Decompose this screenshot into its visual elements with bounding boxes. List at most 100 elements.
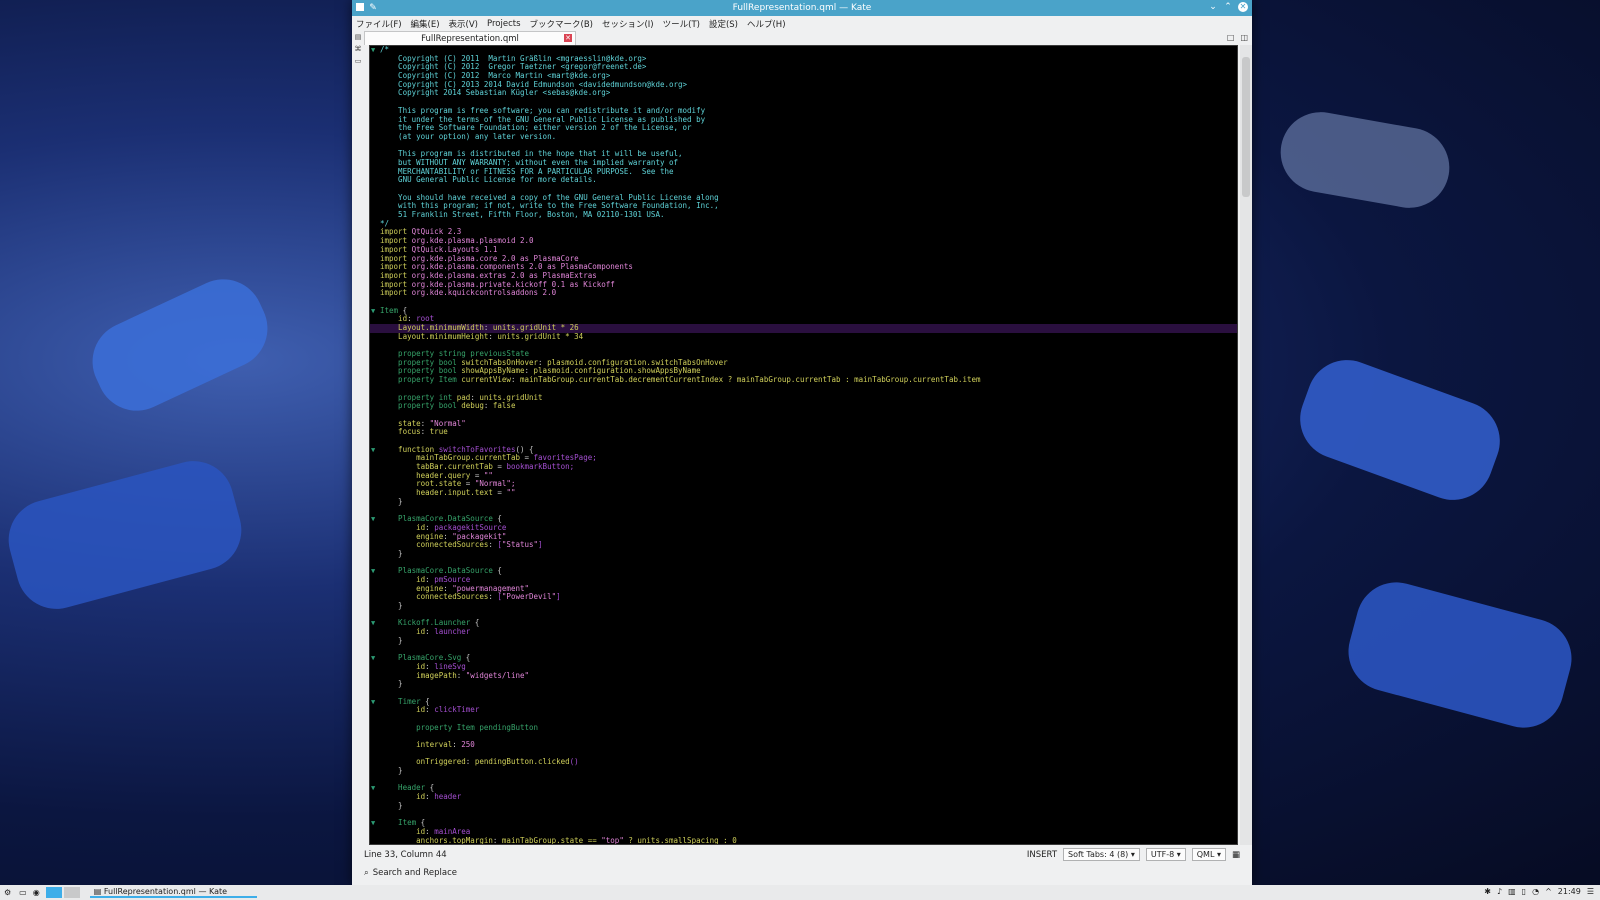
code-line[interactable]: ▼ Header {	[370, 784, 1237, 793]
split-view-icon[interactable]: ◫	[1240, 33, 1248, 42]
code-line[interactable]	[370, 689, 1237, 698]
code-line[interactable]	[370, 645, 1237, 654]
network-icon[interactable]: ◔	[1532, 887, 1539, 896]
menu-edit[interactable]: 編集(E)	[411, 18, 440, 30]
code-line[interactable]: Layout.minimumHeight: units.gridUnit * 3…	[370, 332, 1237, 342]
code-line[interactable]: header.input.text = ""	[370, 488, 1237, 498]
pin-icon[interactable]: ✎	[368, 3, 378, 13]
task-kate[interactable]: ▤ FullRepresentation.qml — Kate	[89, 887, 258, 898]
syntax-select[interactable]: QML ▾	[1191, 848, 1226, 861]
filesystem-icon[interactable]: ⌘	[355, 45, 362, 53]
dictionary-icon[interactable]: ▦	[1232, 850, 1240, 860]
code-line[interactable]: */	[370, 219, 1237, 229]
code-line[interactable]: id: clickTimer	[370, 705, 1237, 715]
browser-icon[interactable]: ◉	[33, 888, 40, 897]
code-line[interactable]: Copyright 2014 Sebastian Kügler <sebas@k…	[370, 89, 1237, 98]
folder-icon[interactable]: ▭	[355, 57, 362, 65]
code-line[interactable]: ▼ Item {	[370, 306, 1237, 316]
fold-marker-icon[interactable]: ▼	[371, 698, 375, 707]
menu-sessions[interactable]: セッション(I)	[602, 18, 654, 30]
code-line[interactable]: id: header	[370, 792, 1237, 802]
maximize-icon[interactable]: ⌃	[1223, 2, 1233, 12]
fold-marker-icon[interactable]: ▼	[371, 46, 375, 55]
show-desktop-icon[interactable]: ▭	[19, 888, 27, 897]
code-line[interactable]: import org.kde.plasma.plasmoid 2.0	[370, 236, 1237, 246]
code-line[interactable]: state: "Normal"	[370, 419, 1237, 429]
menu-bookmarks[interactable]: ブックマーク(B)	[530, 18, 593, 30]
app-launcher-icon[interactable]: ⚙	[4, 888, 11, 897]
code-line[interactable]	[370, 811, 1237, 820]
code-line[interactable]: }	[370, 636, 1237, 646]
menu-file[interactable]: ファイル(F)	[356, 18, 402, 30]
code-line[interactable]: }	[370, 549, 1237, 559]
panel-menu-icon[interactable]: ☰	[1587, 887, 1594, 896]
code-line[interactable]	[370, 298, 1237, 307]
code-line[interactable]: imagePath: "widgets/line"	[370, 671, 1237, 681]
code-line[interactable]: 51 Franklin Street, Fifth Floor, Boston,…	[370, 210, 1237, 220]
fold-marker-icon[interactable]: ▼	[371, 446, 375, 455]
tab-close-icon[interactable]: ✕	[564, 34, 572, 42]
fold-marker-icon[interactable]: ▼	[371, 515, 375, 524]
code-line[interactable]	[370, 776, 1237, 785]
close-icon[interactable]: ✕	[1238, 2, 1248, 12]
code-line[interactable]: onTriggered: pendingButton.clicked()	[370, 758, 1237, 767]
code-line[interactable]: ▼ PlasmaCore.DataSource {	[370, 566, 1237, 576]
code-line[interactable]: GNU General Public License for more deta…	[370, 175, 1237, 185]
fold-marker-icon[interactable]: ▼	[371, 784, 375, 793]
vertical-scrollbar[interactable]	[1240, 45, 1252, 845]
code-line[interactable]	[370, 732, 1237, 741]
code-line[interactable]: }	[370, 497, 1237, 507]
code-line[interactable]: id: launcher	[370, 627, 1237, 637]
code-line[interactable]: property Item pendingButton	[370, 723, 1237, 733]
code-line[interactable]: ▼ Timer {	[370, 697, 1237, 707]
battery-icon[interactable]: ▯	[1522, 887, 1526, 896]
input-mode[interactable]: INSERT	[1027, 850, 1057, 860]
code-line[interactable]: }	[370, 601, 1237, 611]
menu-view[interactable]: 表示(V)	[449, 18, 478, 30]
code-line[interactable]: connectedSources: ["PowerDevil"]	[370, 592, 1237, 602]
code-line[interactable]: interval: 250	[370, 740, 1237, 750]
code-line[interactable]: }	[370, 801, 1237, 811]
new-tab-icon[interactable]: □	[1227, 33, 1235, 42]
code-line[interactable]: }	[370, 766, 1237, 776]
menu-settings[interactable]: 設定(S)	[709, 18, 738, 30]
fold-marker-icon[interactable]: ▼	[371, 819, 375, 828]
code-line[interactable]: ▼ Kickoff.Launcher {	[370, 619, 1237, 628]
clock[interactable]: 21:49	[1558, 887, 1581, 896]
encoding-select[interactable]: UTF-8 ▾	[1145, 848, 1186, 861]
fold-marker-icon[interactable]: ▼	[371, 654, 375, 663]
title-bar[interactable]: ✎ FullRepresentation.qml — Kate ⌄ ⌃ ✕	[352, 0, 1252, 16]
code-line[interactable]: property bool debug: false	[370, 401, 1237, 411]
code-line[interactable]: ▼ PlasmaCore.Svg {	[370, 653, 1237, 663]
volume-icon[interactable]: ♪	[1497, 887, 1502, 896]
fold-marker-icon[interactable]: ▼	[371, 307, 375, 316]
expand-tray-icon[interactable]: ^	[1545, 887, 1552, 896]
code-line[interactable]: focus: true	[370, 427, 1237, 437]
code-line[interactable]: anchors.topMargin: mainTabGroup.state ==…	[370, 836, 1237, 844]
code-editor[interactable]: ▼ /* Copyright (C) 2011 Martin Gräßlin <m…	[369, 45, 1238, 845]
search-toolview-tab[interactable]: ⌕ Search and Replace	[364, 865, 457, 881]
code-line[interactable]: tabBar.currentTab = bookmarkButton;	[370, 462, 1237, 472]
code-line[interactable]: }	[370, 679, 1237, 689]
code-line[interactable]	[370, 611, 1237, 620]
bluetooth-icon[interactable]: ✱	[1484, 887, 1491, 896]
window-menu-icon[interactable]	[356, 3, 364, 11]
fold-marker-icon[interactable]: ▼	[371, 619, 375, 628]
menu-projects[interactable]: Projects	[487, 19, 521, 29]
pager-desktop-1[interactable]	[45, 887, 62, 898]
code-line[interactable]: property Item currentView: mainTabGroup.…	[370, 375, 1237, 385]
minimize-icon[interactable]: ⌄	[1208, 2, 1218, 12]
menu-tools[interactable]: ツール(T)	[663, 18, 700, 30]
code-line[interactable]: ▼ Item {	[370, 818, 1237, 828]
documents-icon[interactable]: ▤	[355, 33, 362, 41]
code-line[interactable]: (at your option) any later version.	[370, 132, 1237, 142]
clipboard-icon[interactable]: ▥	[1508, 887, 1516, 896]
code-line[interactable]: connectedSources: ["Status"]	[370, 540, 1237, 550]
fold-marker-icon[interactable]: ▼	[371, 567, 375, 576]
code-line[interactable]: import org.kde.kquickcontrolsaddons 2.0	[370, 288, 1237, 298]
scroll-thumb[interactable]	[1242, 57, 1250, 197]
indentation-select[interactable]: Soft Tabs: 4 (8) ▾	[1063, 848, 1140, 861]
menu-help[interactable]: ヘルプ(H)	[747, 18, 786, 30]
pager-desktop-2[interactable]	[63, 887, 80, 898]
code-line[interactable]	[370, 411, 1237, 420]
